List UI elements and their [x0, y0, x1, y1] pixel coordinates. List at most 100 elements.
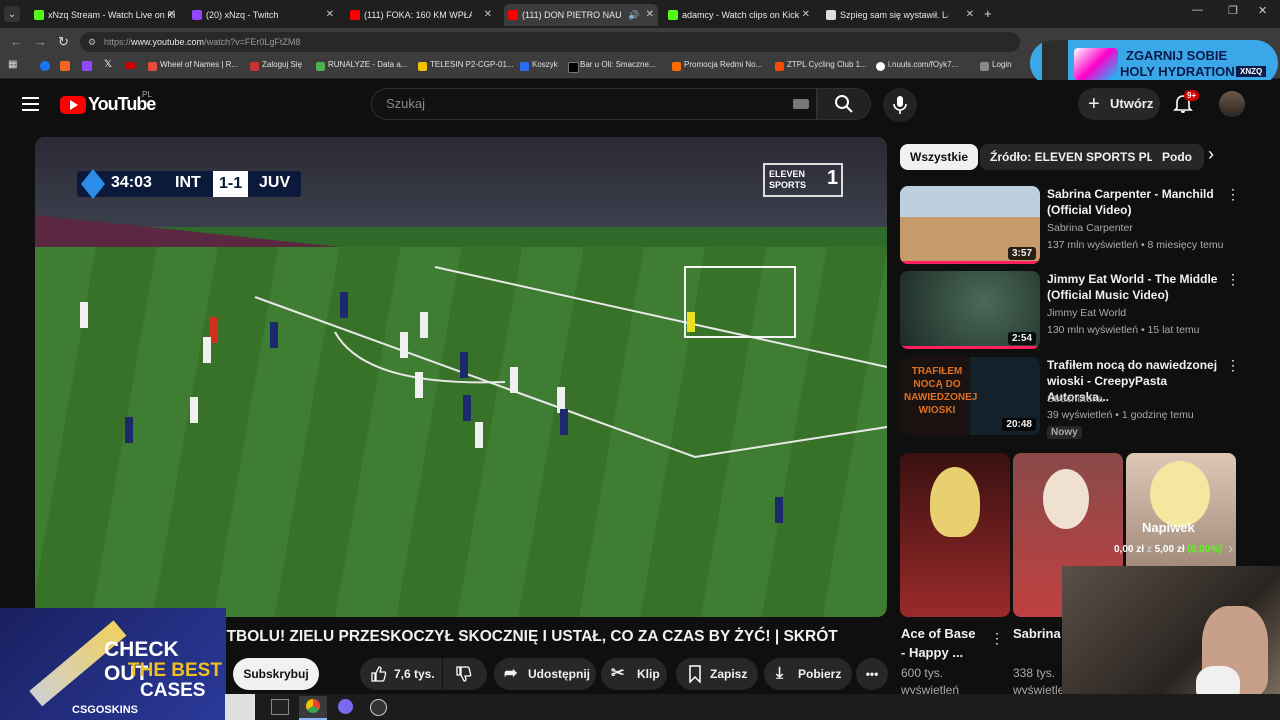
- browser-tab[interactable]: xNzq Stream - Watch Live on Ki ✕: [30, 4, 180, 26]
- chevron-right-icon[interactable]: ›: [1228, 540, 1233, 558]
- video-thumbnail[interactable]: 2:54: [900, 271, 1040, 349]
- more-vertical-icon[interactable]: ⋮: [1226, 186, 1240, 203]
- browser-tab[interactable]: adamcy - Watch clips on Kick ✕: [664, 4, 814, 26]
- notifications-button[interactable]: 9+: [1172, 90, 1200, 116]
- close-icon[interactable]: ✕: [966, 4, 974, 26]
- create-label: Utwórz: [1110, 96, 1154, 111]
- reload-icon[interactable]: ↻: [58, 34, 69, 50]
- bookmark-item[interactable]: i.nuuls.com/fOyk7...: [876, 60, 959, 71]
- twitch-icon[interactable]: [82, 61, 92, 71]
- like-button[interactable]: 7,6 tys.: [360, 658, 442, 690]
- create-button[interactable]: + Utwórz: [1078, 88, 1160, 120]
- bookmark-item[interactable]: TELESIN P2-CGP-01...: [418, 60, 514, 71]
- facebook-icon[interactable]: [40, 61, 50, 71]
- more-actions-button[interactable]: •••: [856, 658, 888, 690]
- more-vertical-icon[interactable]: ⋮: [1226, 271, 1240, 288]
- chip-source[interactable]: Źródło: ELEVEN SPORTS PL: [980, 144, 1165, 170]
- keyboard-icon[interactable]: [793, 99, 809, 109]
- tip-progress-row: 0,00 zł z 5,00 zł (0.00%): [1114, 544, 1222, 555]
- bookmark-label: ZTPL Cycling Club 1...: [787, 60, 867, 69]
- bookmark-item[interactable]: RUNALYZE - Data a...: [316, 60, 407, 71]
- ad-code: XNZQ: [1236, 66, 1267, 77]
- download-label: Pobierz: [798, 667, 842, 681]
- bookmark-item[interactable]: Koszyk: [520, 60, 558, 71]
- close-icon[interactable]: ✕: [802, 4, 810, 26]
- away-team: JUV: [259, 174, 291, 191]
- bookmark-icon: [520, 62, 529, 71]
- more-vertical-icon[interactable]: ⋮: [990, 630, 1004, 647]
- short-title[interactable]: Ace of Base - Happy ...: [901, 624, 981, 662]
- bookmark-item[interactable]: Bar u Oli: Smaczne...: [568, 60, 656, 73]
- bookmark-item[interactable]: Promocja Redmi No...: [672, 60, 762, 71]
- dislike-button[interactable]: [443, 658, 487, 690]
- player-figure: [510, 367, 518, 393]
- close-icon[interactable]: ✕: [646, 4, 654, 26]
- search-button[interactable]: [817, 88, 871, 120]
- video-thumbnail[interactable]: TRAFIŁEM NOCĄ DO NAWIEDZONEJ WIOSKI 20:4…: [900, 357, 1040, 435]
- browser-tab[interactable]: (20) xNzq - Twitch ✕: [188, 4, 338, 26]
- browser-tab[interactable]: Szpieg sam się wystawił. Laski z ✕: [822, 4, 978, 26]
- x-icon[interactable]: 𝕏: [104, 59, 112, 70]
- channel-name[interactable]: Sabrina Carpenter: [1047, 222, 1133, 234]
- bookmark-icon[interactable]: [125, 62, 135, 69]
- restore-icon[interactable]: ❐: [1228, 4, 1238, 17]
- close-icon[interactable]: ✕: [484, 4, 492, 26]
- browser-tab-active[interactable]: (111) DON PIETRO NAUCZA 🔊 ✕: [504, 4, 658, 26]
- obs-icon[interactable]: [370, 699, 387, 716]
- video-meta: 39 wyświetleń • 1 godzinę temu: [1047, 409, 1194, 421]
- clip-button[interactable]: ✂ Klip: [601, 658, 667, 690]
- voice-search-button[interactable]: [883, 88, 917, 122]
- video-thumbnail[interactable]: 3:57: [900, 186, 1040, 264]
- apps-icon[interactable]: ▦: [8, 59, 17, 70]
- bookmark-item[interactable]: Zaloguj Się: [250, 60, 303, 71]
- bookmark-item[interactable]: Wheel of Names | R...: [148, 60, 238, 71]
- download-button[interactable]: ⤓ Pobierz: [764, 658, 852, 690]
- close-icon[interactable]: ✕: [168, 4, 176, 26]
- terminal-icon[interactable]: [271, 699, 289, 715]
- app-icon[interactable]: [338, 699, 353, 714]
- tab-search-button[interactable]: ⌄: [4, 6, 20, 22]
- channel-name[interactable]: Jimmy Eat World: [1047, 307, 1126, 319]
- speaker-icon[interactable]: 🔊: [628, 4, 639, 26]
- chip-more[interactable]: Podo: [1152, 144, 1204, 170]
- site-info-icon[interactable]: ⚙: [88, 32, 96, 52]
- bookmark-item[interactable]: ZTPL Cycling Club 1...: [775, 60, 867, 71]
- minimize-icon[interactable]: —: [1192, 4, 1203, 16]
- save-button[interactable]: Zapisz: [676, 658, 758, 690]
- channel-name[interactable]: Strachoteka: [1047, 393, 1103, 405]
- promo-brand: CSGOSKINS: [72, 704, 139, 716]
- tip-of: z: [1146, 544, 1152, 555]
- player-figure: [687, 312, 695, 332]
- video-player[interactable]: 34:03 INT 1-1 JUV ELEVEN SPORTS 1: [35, 137, 887, 617]
- bookmark-icon[interactable]: [60, 61, 70, 71]
- video-title[interactable]: Sabrina Carpenter - Manchild (Official V…: [1047, 186, 1219, 218]
- twitch-icon: [192, 10, 202, 20]
- forward-icon[interactable]: →: [34, 34, 47, 49]
- video-title[interactable]: Jimmy Eat World - The Middle (Official M…: [1047, 271, 1219, 303]
- avatar[interactable]: [1219, 91, 1245, 117]
- chevron-right-icon[interactable]: ›: [1208, 144, 1214, 165]
- url-field[interactable]: ⚙ https://www.youtube.com/watch?v=FEr0Lg…: [80, 32, 1020, 52]
- kick-icon: [668, 10, 678, 20]
- more-vertical-icon[interactable]: ⋮: [1226, 357, 1240, 374]
- kick-icon: [34, 10, 44, 20]
- new-tab-icon[interactable]: +: [984, 6, 992, 21]
- close-icon[interactable]: ✕: [326, 4, 334, 26]
- subscribe-label: Subskrybuj: [243, 667, 309, 681]
- bookmark-item[interactable]: Login: [980, 60, 1012, 71]
- player-figure: [190, 397, 198, 423]
- short-title[interactable]: Sabrina Carpenter: [1013, 624, 1063, 643]
- share-icon: ➦: [504, 665, 518, 682]
- window-close-icon[interactable]: ✕: [1258, 4, 1267, 17]
- menu-icon[interactable]: [22, 97, 39, 111]
- back-icon[interactable]: ←: [10, 34, 23, 49]
- search-input[interactable]: Szukaj: [371, 88, 817, 120]
- subscribe-button[interactable]: Subskrybuj: [233, 658, 319, 690]
- bookmark-label: Zaloguj Się: [262, 60, 303, 69]
- tab-title: (111) FOKA: 160 KM WPŁAW P: [364, 10, 472, 20]
- short-thumbnail[interactable]: [900, 453, 1010, 617]
- share-button[interactable]: ➦ Udostępnij: [494, 658, 596, 690]
- bookmark-label: i.nuuls.com/fOyk7...: [888, 60, 959, 69]
- browser-tab[interactable]: (111) FOKA: 160 KM WPŁAW P ✕: [346, 4, 496, 26]
- chip-all[interactable]: Wszystkie: [900, 144, 979, 170]
